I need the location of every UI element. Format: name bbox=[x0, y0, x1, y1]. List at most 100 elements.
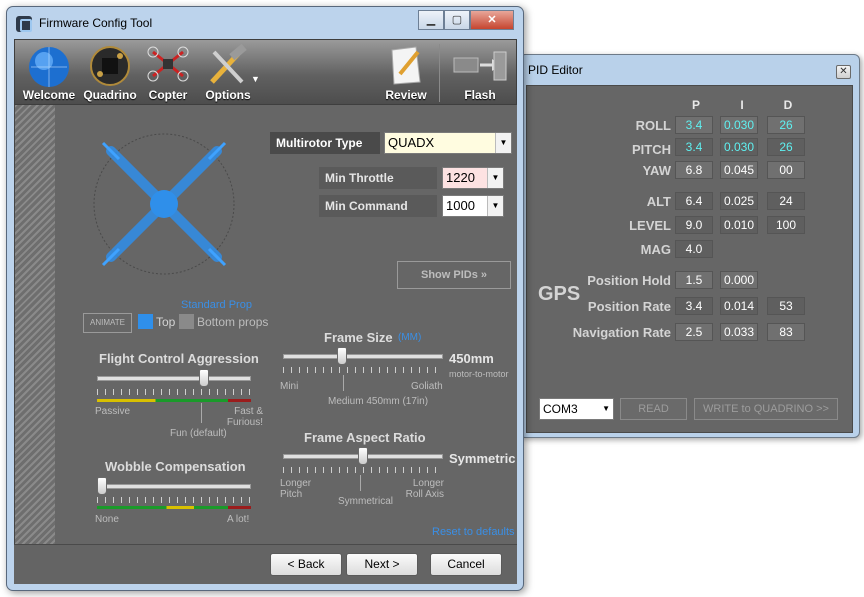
min-command-select[interactable]: 1000 ▼ bbox=[442, 195, 504, 217]
aggression-fast-label: Fast & Furious! bbox=[226, 406, 263, 428]
wobble-scale-bar bbox=[97, 506, 251, 509]
toolbar-copter[interactable]: Copter bbox=[139, 40, 197, 104]
document-pencil-icon bbox=[391, 46, 421, 85]
roll-p-field[interactable]: 3.4 bbox=[675, 116, 713, 134]
wobble-slider[interactable] bbox=[97, 475, 251, 505]
slider-thumb[interactable] bbox=[199, 369, 209, 387]
toolbar-welcome[interactable]: Welcome bbox=[19, 40, 79, 104]
bottom-prop-label: Bottom props bbox=[197, 315, 269, 329]
frame-aspect-value: Symmetric bbox=[449, 451, 516, 466]
min-command-value: 1000 bbox=[446, 198, 475, 213]
navigation-rate-d-field[interactable]: 83 bbox=[767, 323, 805, 341]
yaw-d-field[interactable]: 00 bbox=[767, 161, 805, 179]
mag-p-field[interactable]: 4.0 bbox=[675, 240, 713, 258]
slider-track bbox=[283, 354, 443, 359]
frame-size-sub: motor-to-motor bbox=[449, 369, 509, 379]
top-prop-swatch bbox=[138, 314, 153, 329]
slider-thumb[interactable] bbox=[337, 347, 347, 365]
frame-size-title: Frame Size bbox=[324, 330, 393, 345]
cancel-button[interactable]: Cancel bbox=[430, 553, 502, 576]
level-d-field[interactable]: 100 bbox=[767, 216, 805, 234]
bottom-prop-swatch bbox=[179, 314, 194, 329]
flash-chip-icon bbox=[453, 51, 507, 81]
alt-i-field[interactable]: 0.025 bbox=[720, 192, 758, 210]
wobble-none-label: None bbox=[95, 514, 119, 525]
reset-defaults-link[interactable]: Reset to defaults bbox=[432, 526, 515, 538]
close-button[interactable]: ✕ bbox=[836, 65, 851, 79]
slider-thumb[interactable] bbox=[358, 447, 368, 465]
chevron-down-icon: ▼ bbox=[495, 133, 511, 153]
roll-i-field[interactable]: 0.030 bbox=[720, 116, 758, 134]
roll-d-field[interactable]: 26 bbox=[767, 116, 805, 134]
position-rate-p-field[interactable]: 3.4 bbox=[675, 297, 713, 315]
level-i-field[interactable]: 0.010 bbox=[720, 216, 758, 234]
frame-size-slider[interactable] bbox=[283, 345, 443, 375]
standard-prop-link[interactable]: Standard Prop bbox=[181, 299, 252, 311]
animate-button[interactable]: ANIMATE bbox=[83, 313, 132, 333]
toolbar-flash[interactable]: Flash bbox=[445, 40, 515, 104]
alt-d-field[interactable]: 24 bbox=[767, 192, 805, 210]
yaw-p-field[interactable]: 6.8 bbox=[675, 161, 713, 179]
slider-ticks bbox=[97, 497, 251, 503]
default-marker bbox=[201, 403, 202, 423]
frame-aspect-title: Frame Aspect Ratio bbox=[304, 430, 426, 445]
frame-size-value: 450mm bbox=[449, 351, 494, 366]
pitch-i-field[interactable]: 0.030 bbox=[720, 138, 758, 156]
multirotor-type-select[interactable]: QUADX ▼ bbox=[384, 132, 512, 154]
aggression-scale-bar bbox=[97, 399, 251, 402]
frame-size-goliath-label: Goliath bbox=[411, 381, 443, 392]
frame-size-mini-label: Mini bbox=[280, 381, 299, 392]
toolbar-divider bbox=[439, 44, 440, 102]
pitch-d-field[interactable]: 26 bbox=[767, 138, 805, 156]
toolbar-quadrino-label: Quadrino bbox=[83, 88, 137, 102]
show-pids-button[interactable]: Show PIDs » bbox=[397, 261, 511, 289]
aggression-slider[interactable] bbox=[97, 367, 251, 397]
aggression-title: Flight Control Aggression bbox=[99, 351, 259, 366]
com-port-select[interactable]: COM3 ▼ bbox=[539, 398, 614, 420]
level-p-field[interactable]: 9.0 bbox=[675, 216, 713, 234]
alt-p-field[interactable]: 6.4 bbox=[675, 192, 713, 210]
read-button[interactable]: READ bbox=[620, 398, 687, 420]
toolbar-flash-label: Flash bbox=[464, 88, 496, 102]
slider-ticks bbox=[97, 389, 251, 395]
slider-track bbox=[97, 484, 251, 489]
toolbar-quadrino[interactable]: Quadrino bbox=[81, 40, 139, 104]
navigation-rate-p-field[interactable]: 2.5 bbox=[675, 323, 713, 341]
minimize-button[interactable]: ▁ bbox=[418, 10, 444, 30]
circuit-board-icon bbox=[90, 46, 130, 86]
chevron-down-icon: ▼ bbox=[487, 168, 503, 188]
navigation-rate-i-field[interactable]: 0.033 bbox=[720, 323, 758, 341]
frame-size-unit: (MM) bbox=[398, 332, 422, 343]
level-label: LEVEL bbox=[629, 218, 671, 233]
aggression-fun-label: Fun (default) bbox=[170, 428, 227, 439]
header-d: D bbox=[783, 98, 793, 112]
min-throttle-select[interactable]: 1220 ▼ bbox=[442, 167, 504, 189]
tools-icon bbox=[210, 44, 247, 84]
yaw-i-field[interactable]: 0.045 bbox=[720, 161, 758, 179]
back-button[interactable]: < Back bbox=[270, 553, 342, 576]
maximize-button[interactable]: ▢ bbox=[444, 10, 470, 30]
frame-aspect-slider[interactable] bbox=[283, 445, 443, 475]
slider-thumb[interactable] bbox=[97, 477, 107, 495]
write-button[interactable]: WRITE to QUADRINO >> bbox=[694, 398, 838, 420]
position-hold-i-field[interactable]: 0.000 bbox=[720, 271, 758, 289]
navigation-rate-label: Navigation Rate bbox=[572, 325, 671, 340]
toolbar-options[interactable]: Options bbox=[197, 40, 259, 104]
toolbar-welcome-label: Welcome bbox=[22, 88, 76, 102]
toolbar-review[interactable]: Review bbox=[381, 40, 431, 104]
position-rate-i-field[interactable]: 0.014 bbox=[720, 297, 758, 315]
com-port-value: COM3 bbox=[543, 402, 578, 416]
frame-aspect-symmetrical: Symmetrical bbox=[338, 496, 394, 507]
side-stripes bbox=[15, 105, 55, 544]
pitch-p-field[interactable]: 3.4 bbox=[675, 138, 713, 156]
config-panel: Multirotor Type QUADX ▼ Min Throttle 122… bbox=[14, 105, 517, 544]
wizard-footer: < Back Next > Cancel bbox=[14, 544, 517, 584]
position-rate-d-field[interactable]: 53 bbox=[767, 297, 805, 315]
yaw-label: YAW bbox=[642, 163, 671, 178]
quadcopter-icon bbox=[147, 46, 189, 82]
close-button[interactable]: ✕ bbox=[470, 10, 514, 30]
next-button[interactable]: Next > bbox=[346, 553, 418, 576]
wobble-alot-label: A lot! bbox=[227, 514, 250, 525]
position-hold-p-field[interactable]: 1.5 bbox=[675, 271, 713, 289]
chevron-down-icon: ▼ bbox=[602, 404, 610, 413]
